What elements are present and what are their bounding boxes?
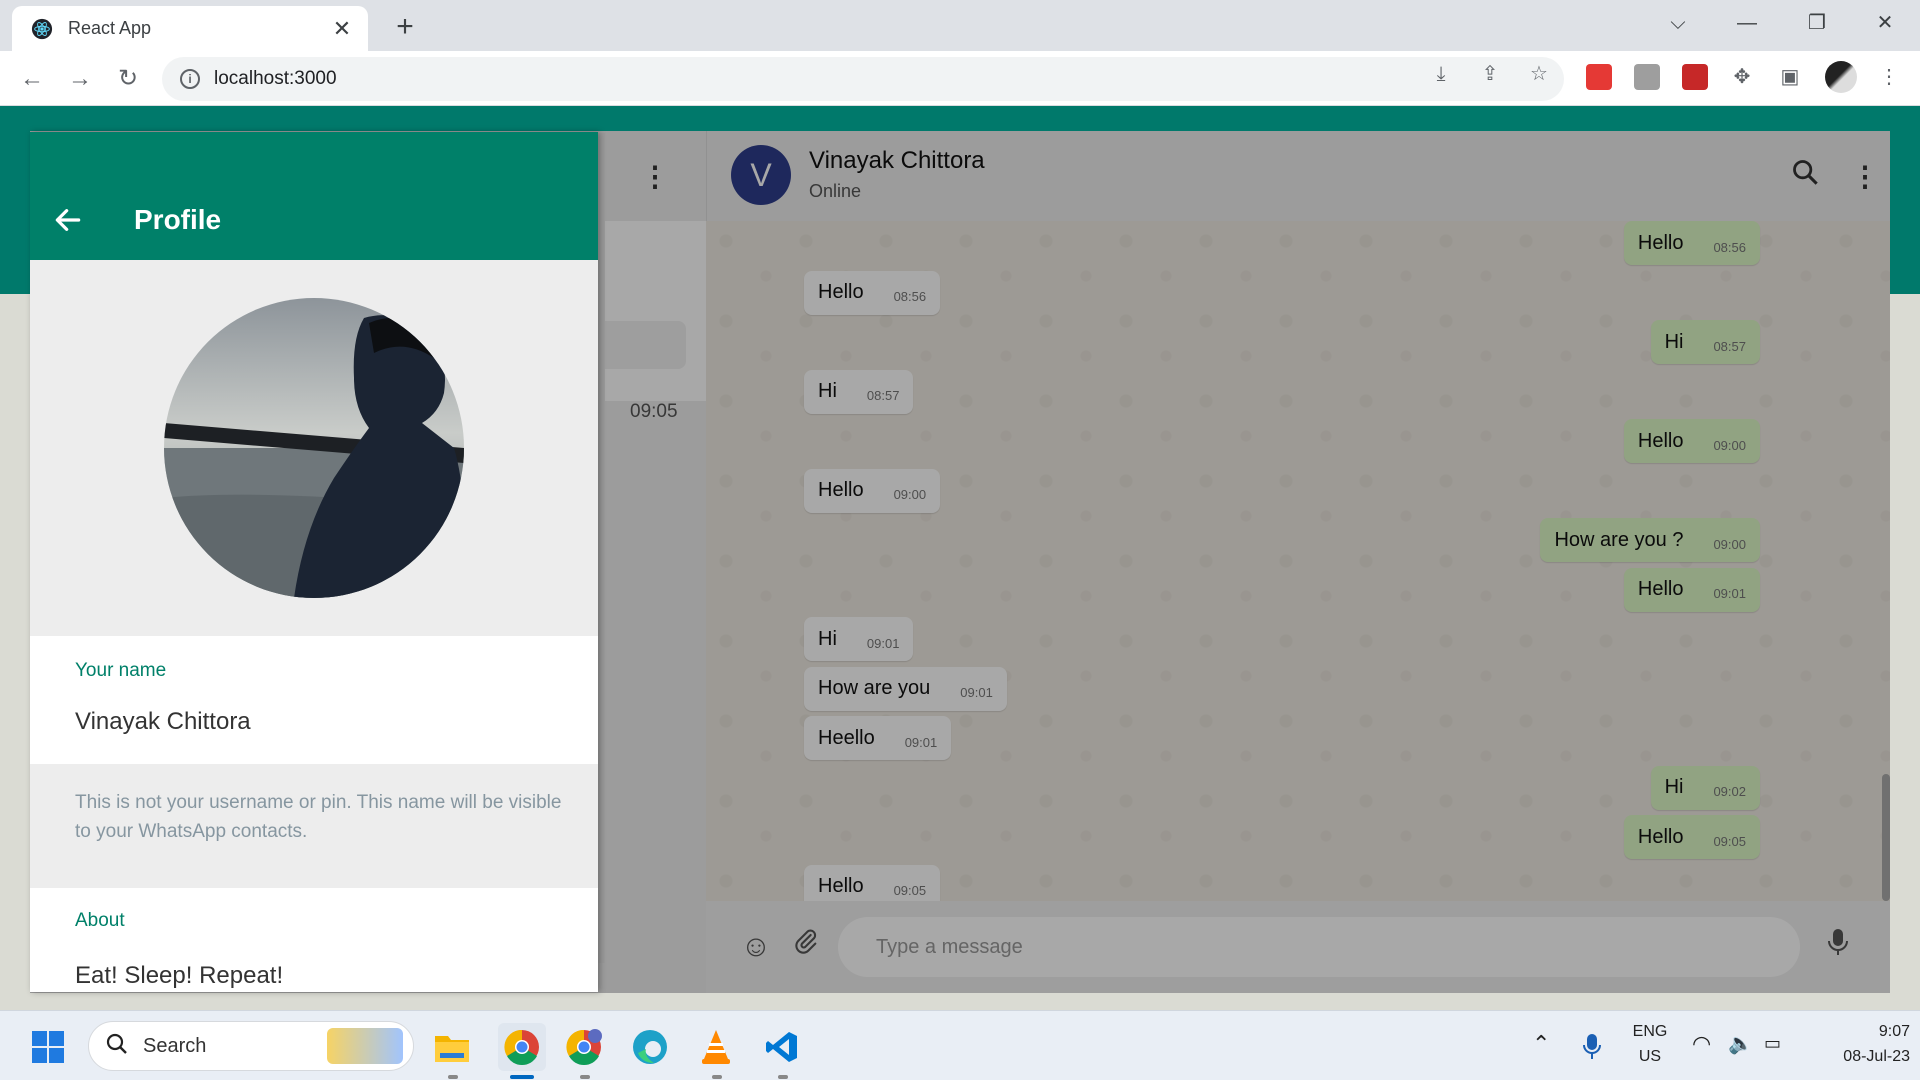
minimize-button[interactable]: — bbox=[1722, 6, 1772, 40]
tab-title: React App bbox=[68, 18, 152, 38]
modal-backdrop[interactable] bbox=[706, 131, 1890, 993]
edge-icon[interactable] bbox=[630, 1027, 670, 1067]
tray-chevron-icon[interactable]: ⌃ bbox=[1532, 1031, 1550, 1057]
name-hint: This is not your username or pin. This n… bbox=[75, 792, 562, 842]
react-logo-icon bbox=[30, 17, 54, 41]
chrome-profile-taskbar-icon[interactable] bbox=[564, 1027, 604, 1067]
about-card: About Eat! Sleep! Repeat! bbox=[30, 888, 598, 992]
share-icon[interactable]: ⇪ bbox=[1477, 61, 1503, 87]
chrome-taskbar-icon[interactable] bbox=[498, 1023, 546, 1071]
tray-microphone-icon[interactable] bbox=[1572, 1027, 1612, 1067]
running-indicator bbox=[448, 1075, 458, 1079]
extensions-puzzle-icon[interactable]: ✥ bbox=[1729, 64, 1755, 90]
new-tab-button[interactable]: + bbox=[388, 10, 422, 44]
side-panel-icon[interactable]: ▣ bbox=[1777, 64, 1803, 90]
browser-tab[interactable]: React App ✕ bbox=[12, 6, 368, 51]
profile-photo-section bbox=[30, 260, 598, 634]
close-tab-icon[interactable]: ✕ bbox=[328, 16, 356, 42]
name-label: Your name bbox=[75, 660, 167, 681]
profile-avatar[interactable] bbox=[1825, 61, 1857, 93]
about-value[interactable]: Eat! Sleep! Repeat! bbox=[75, 962, 283, 990]
taskbar-search-label: Search bbox=[143, 1034, 207, 1057]
profile-title: Profile bbox=[134, 204, 222, 235]
address-bar: ← → ↻ i localhost:3000 ⤓ ⇪ ☆ bbox=[0, 51, 1920, 106]
profile-header: Profile bbox=[30, 132, 598, 260]
restore-button[interactable]: ❐ bbox=[1792, 6, 1842, 40]
active-indicator bbox=[510, 1075, 534, 1079]
extension-gray-icon[interactable] bbox=[1634, 64, 1660, 90]
search-highlight-icon bbox=[327, 1028, 403, 1064]
profile-drawer: Profile Your name Vinayak Chittora This … bbox=[30, 132, 598, 992]
profile-photo[interactable] bbox=[164, 298, 464, 598]
url-text: localhost:3000 bbox=[214, 68, 337, 89]
name-card: Your name Vinayak Chittora bbox=[30, 636, 598, 764]
about-label: About bbox=[75, 910, 125, 931]
wifi-icon[interactable]: ◠ bbox=[1692, 1031, 1711, 1057]
omnibox[interactable]: i localhost:3000 bbox=[162, 57, 1564, 101]
search-magnifier-icon bbox=[105, 1032, 129, 1061]
running-indicator bbox=[778, 1075, 788, 1079]
clock-time[interactable]: 9:07 bbox=[1802, 1023, 1910, 1041]
running-indicator bbox=[580, 1075, 590, 1079]
windows-taskbar: Search ⌃ ENG US ◠ 🔈 ▭ 9:07 08-Jul-23 bbox=[0, 1010, 1920, 1080]
windows-start-icon[interactable] bbox=[28, 1027, 68, 1067]
name-value[interactable]: Vinayak Chittora bbox=[75, 708, 251, 736]
reload-icon[interactable]: ↻ bbox=[112, 63, 144, 95]
install-app-icon[interactable]: ⤓ bbox=[1428, 61, 1454, 87]
bookmark-star-icon[interactable]: ☆ bbox=[1526, 61, 1552, 87]
vscode-icon[interactable] bbox=[762, 1027, 802, 1067]
extension-dots-icon[interactable] bbox=[1682, 64, 1708, 90]
tab-search-chevron-icon[interactable]: ⌵ bbox=[1653, 6, 1703, 40]
clock-date[interactable]: 08-Jul-23 bbox=[1802, 1048, 1910, 1066]
drawer-scrollbar[interactable] bbox=[597, 133, 605, 963]
input-language-top[interactable]: ENG bbox=[1628, 1023, 1672, 1041]
running-indicator bbox=[712, 1075, 722, 1079]
forward-nav-icon[interactable]: → bbox=[64, 63, 96, 95]
browser-tab-strip: React App ✕ + ⌵ — ❐ ✕ bbox=[0, 0, 1920, 51]
battery-icon[interactable]: ▭ bbox=[1764, 1033, 1781, 1054]
file-explorer-icon[interactable] bbox=[432, 1027, 472, 1067]
volume-icon[interactable]: 🔈 bbox=[1728, 1031, 1753, 1056]
extension-red-icon[interactable] bbox=[1586, 64, 1612, 90]
taskbar-search[interactable]: Search bbox=[88, 1021, 414, 1071]
vlc-icon[interactable] bbox=[696, 1027, 736, 1067]
back-arrow-icon[interactable] bbox=[52, 204, 92, 240]
close-window-button[interactable]: ✕ bbox=[1860, 6, 1910, 40]
site-info-icon[interactable]: i bbox=[180, 69, 200, 89]
back-nav-icon[interactable]: ← bbox=[16, 63, 48, 95]
input-language-bottom[interactable]: US bbox=[1628, 1048, 1672, 1066]
browser-menu-icon[interactable]: ⋮ bbox=[1876, 64, 1902, 90]
